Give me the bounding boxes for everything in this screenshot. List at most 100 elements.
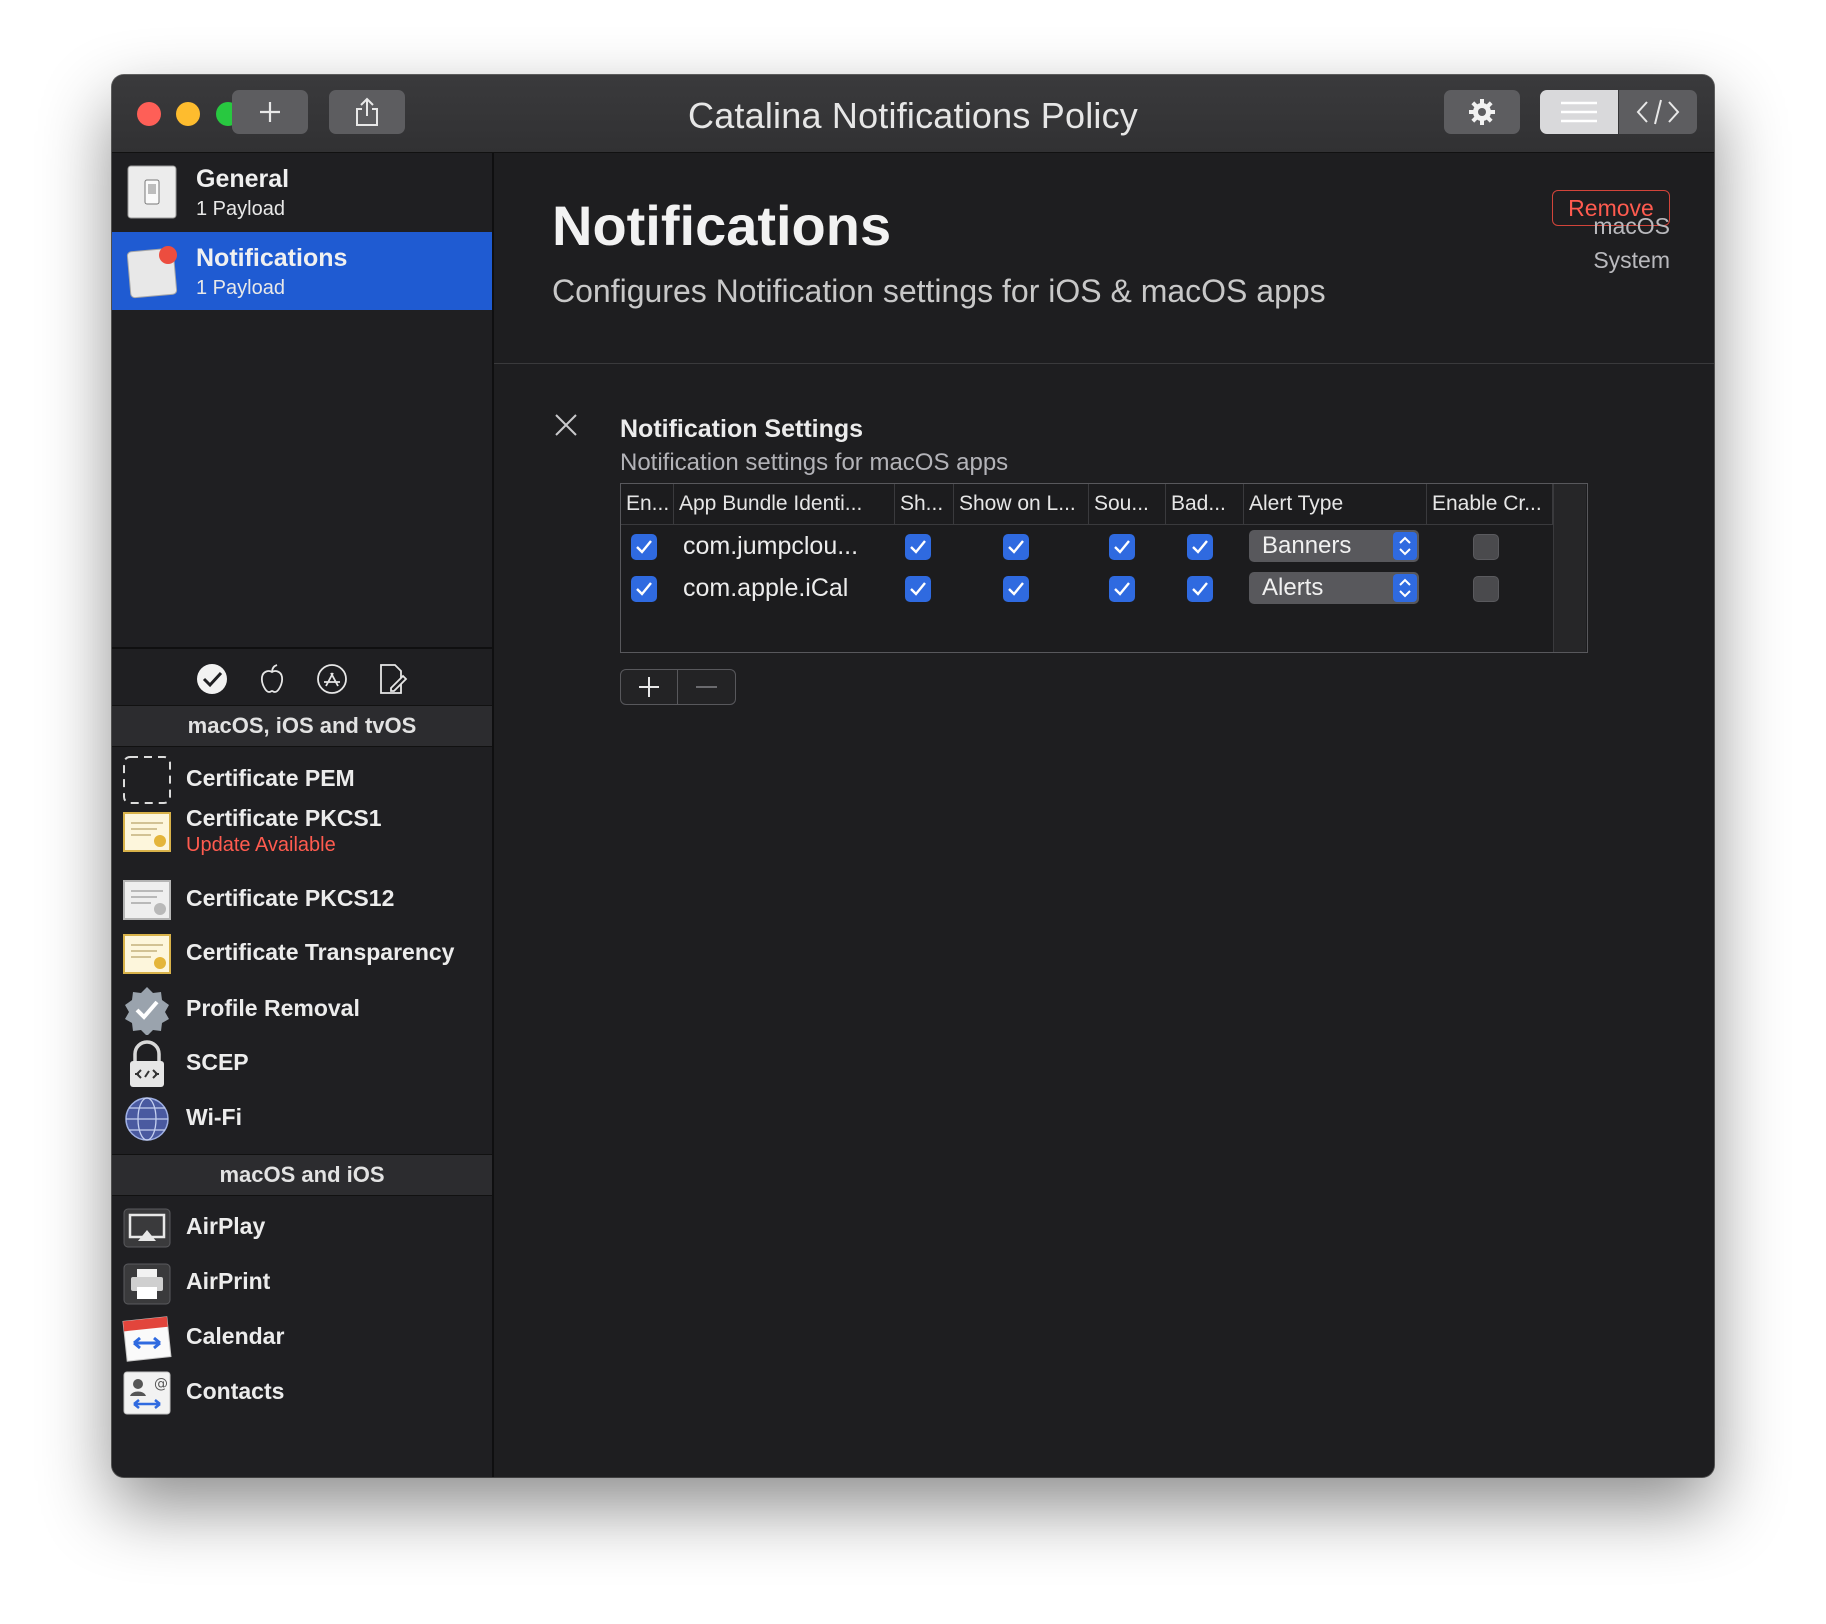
library-item-certificate-transparency[interactable]: Certificate Transparency <box>112 923 492 983</box>
library-item-airplay[interactable]: AirPlay <box>112 1197 492 1257</box>
library-item-certificate-pkcs12[interactable]: Certificate PKCS12 <box>112 869 492 929</box>
enabled-checkbox[interactable] <box>631 576 657 602</box>
sound-checkbox[interactable] <box>1109 576 1135 602</box>
title-bar: Catalina Notifications Policy <box>112 75 1714 153</box>
enabled-checkbox[interactable] <box>631 534 657 560</box>
page-title: Notifications <box>552 194 892 257</box>
column-header[interactable]: Show on L... <box>954 484 1089 524</box>
alert-type-value: Alerts <box>1262 574 1324 601</box>
profile-payload-general[interactable]: General 1 Payload <box>112 153 492 231</box>
library-item-label: Certificate Transparency <box>186 939 455 965</box>
show-checkbox[interactable] <box>905 534 931 560</box>
badge-checkbox[interactable] <box>1187 534 1213 560</box>
column-header[interactable]: Sou... <box>1089 484 1166 524</box>
enable-critical-checkbox[interactable] <box>1473 534 1499 560</box>
certificate-icon <box>122 929 172 979</box>
sidebar: General 1 Payload Notifications 1 Payloa… <box>112 153 494 1477</box>
show-on-lock-checkbox[interactable] <box>1003 534 1029 560</box>
library-item-label: AirPrint <box>186 1268 271 1294</box>
certificate-icon <box>122 807 172 857</box>
app-window: Catalina Notifications Policy General 1 … <box>112 75 1714 1477</box>
column-header[interactable]: Alert Type <box>1244 484 1427 524</box>
platform-filter-bar <box>112 653 492 705</box>
profile-payload-notifications[interactable]: Notifications 1 Payload <box>112 232 492 310</box>
library-item-calendar[interactable]: Calendar <box>112 1307 492 1367</box>
library-section-header: macOS and iOS <box>112 1154 492 1196</box>
payload-count: 1 Payload <box>196 277 285 299</box>
alert-type-popup[interactable]: Banners <box>1249 530 1419 562</box>
column-header[interactable]: App Bundle Identi... <box>674 484 895 524</box>
add-remove-control <box>620 669 736 705</box>
platform-label: macOS <box>1593 213 1670 239</box>
library-item-label: Profile Removal <box>186 995 360 1021</box>
column-header[interactable]: Bad... <box>1166 484 1244 524</box>
page-description: Configures Notification settings for iOS… <box>552 273 1326 309</box>
library-item-certificate-pem[interactable]: Certificate PEM <box>112 749 492 809</box>
add-row-button[interactable] <box>621 670 678 704</box>
library-section-header: macOS, iOS and tvOS <box>112 705 492 747</box>
alert-type-popup[interactable]: Alerts <box>1249 572 1419 604</box>
bundle-identifier-cell[interactable]: com.jumpclou... <box>683 532 858 561</box>
table-scrollbar[interactable] <box>1553 484 1586 652</box>
library-item-label: Certificate PKCS12 <box>186 885 395 911</box>
airplay-icon <box>122 1203 172 1253</box>
library-item-label: Contacts <box>186 1378 285 1404</box>
table-row[interactable]: com.apple.iCal Alerts <box>621 568 1553 610</box>
lock-icon <box>122 1039 172 1089</box>
library-item-wi-fi[interactable]: Wi-Fi <box>112 1088 492 1148</box>
library-item-scep[interactable]: SCEP <box>112 1033 492 1093</box>
section-description: Notification settings for macOS apps <box>620 449 1009 476</box>
contacts-icon: @ <box>122 1368 172 1418</box>
plus-icon <box>639 677 659 697</box>
payload-editor: Notifications Configures Notification se… <box>494 153 1714 1477</box>
document-icon[interactable] <box>375 662 409 696</box>
chevron-updown-icon <box>1393 532 1417 560</box>
calendar-icon <box>122 1313 172 1363</box>
library-item-label: Calendar <box>186 1323 285 1349</box>
bundle-identifier-cell[interactable]: com.apple.iCal <box>683 574 848 603</box>
svg-text:@: @ <box>154 1376 168 1392</box>
column-header[interactable]: En... <box>621 484 674 524</box>
close-icon[interactable] <box>554 413 578 437</box>
badge-checkbox[interactable] <box>1187 576 1213 602</box>
all-platforms-icon[interactable] <box>195 662 229 696</box>
minus-icon <box>696 686 717 688</box>
remove-row-button[interactable] <box>678 670 735 704</box>
sound-checkbox[interactable] <box>1109 534 1135 560</box>
section-title: Notification Settings <box>620 415 864 443</box>
source-view-segment[interactable] <box>1619 90 1697 134</box>
printer-icon <box>122 1258 172 1308</box>
library-item-label: AirPlay <box>186 1213 266 1239</box>
certificate-icon <box>122 875 172 925</box>
gear-icon <box>1469 99 1495 125</box>
column-header[interactable]: Enable Cr... <box>1427 484 1553 524</box>
switch-icon <box>126 164 178 220</box>
column-header[interactable]: Sh... <box>895 484 954 524</box>
library-item-label: Certificate PKCS1 <box>186 805 382 831</box>
library-item-label: SCEP <box>186 1049 249 1075</box>
scope-label: System <box>1593 247 1670 273</box>
code-view-icon <box>1636 99 1680 125</box>
alert-type-value: Banners <box>1262 532 1352 559</box>
notifications-icon <box>126 243 178 299</box>
update-available-label: Update Available <box>186 834 336 856</box>
library-item-certificate-pkcs1[interactable]: Certificate PKCS1 Update Available <box>112 801 492 861</box>
library-item-label: Certificate PEM <box>186 765 355 791</box>
library-item-label: Wi-Fi <box>186 1104 242 1130</box>
header-divider <box>494 363 1714 364</box>
library-item-airprint[interactable]: AirPrint <box>112 1252 492 1312</box>
library-item-contacts[interactable]: @ Contacts <box>112 1362 492 1422</box>
show-on-lock-checkbox[interactable] <box>1003 576 1029 602</box>
dashed-placeholder-icon <box>122 755 172 805</box>
enable-critical-checkbox[interactable] <box>1473 576 1499 602</box>
apple-icon[interactable] <box>255 662 289 696</box>
library-item-profile-removal[interactable]: Profile Removal <box>112 979 492 1039</box>
payload-count: 1 Payload <box>196 198 285 220</box>
list-view-segment[interactable] <box>1540 90 1618 134</box>
settings-button[interactable] <box>1444 90 1520 134</box>
table-row[interactable]: com.jumpclou... Banners <box>621 526 1553 568</box>
app-store-icon[interactable] <box>315 662 349 696</box>
show-checkbox[interactable] <box>905 576 931 602</box>
sidebar-divider <box>112 647 492 649</box>
list-view-icon <box>1561 101 1597 123</box>
